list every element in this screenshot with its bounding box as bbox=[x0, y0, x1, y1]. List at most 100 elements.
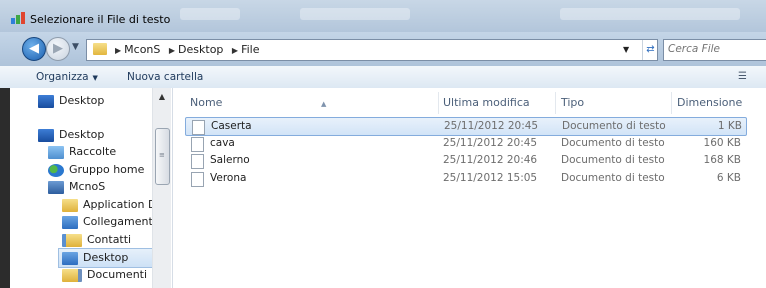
file-row[interactable]: Salerno 25/11/2012 20:46 Documento di te… bbox=[185, 152, 745, 169]
desktop-icon bbox=[38, 128, 54, 142]
file-size: 160 KB bbox=[703, 137, 741, 149]
address-row: ◀ ▶ ▼ ▶ MconS ▶ Desktop ▶ File ▼ ⇄ bbox=[0, 32, 766, 66]
sort-ascending-icon: ▲ bbox=[321, 100, 327, 108]
column-header-type[interactable]: Tipo bbox=[561, 92, 672, 114]
file-name: cava bbox=[210, 137, 235, 149]
nav-item-documenti[interactable]: Documenti bbox=[62, 266, 147, 284]
homegroup-icon bbox=[48, 163, 64, 177]
column-header-label: Nome bbox=[190, 96, 223, 109]
nav-item-collegamenti[interactable]: Collegamenti bbox=[62, 213, 156, 231]
nav-item-user[interactable]: McnoS bbox=[48, 178, 105, 196]
recent-pages-dropdown-icon[interactable]: ▼ bbox=[72, 42, 79, 52]
file-name: Salerno bbox=[210, 154, 250, 166]
file-modified: 25/11/2012 20:45 bbox=[443, 137, 538, 149]
breadcrumb-item[interactable]: File bbox=[241, 43, 259, 56]
file-modified: 25/11/2012 20:45 bbox=[444, 120, 539, 132]
column-header-label: Ultima modifica bbox=[443, 96, 530, 109]
window-title: Selezionare il File di testo bbox=[30, 13, 171, 26]
nav-scrollbar[interactable]: ▲ ≡ bbox=[152, 88, 171, 288]
desktop-icon bbox=[38, 94, 54, 108]
grip-icon: ≡ bbox=[159, 151, 165, 159]
file-type: Documento di testo bbox=[562, 120, 666, 132]
nav-item-application-data[interactable]: Application Da bbox=[62, 196, 163, 214]
back-button[interactable]: ◀ bbox=[22, 37, 46, 61]
blurred-region bbox=[180, 8, 240, 20]
window-edge bbox=[0, 88, 10, 288]
address-bar[interactable]: ▶ MconS ▶ Desktop ▶ File ▼ ⇄ bbox=[86, 39, 658, 61]
nav-item-label: Desktop bbox=[83, 251, 129, 264]
organize-label: Organizza bbox=[36, 71, 89, 83]
breadcrumb-separator-icon[interactable]: ▶ bbox=[232, 46, 238, 55]
documents-folder-icon bbox=[62, 268, 82, 282]
file-list: Nome ▲ Ultima modifica Tipo Dimensione Ca… bbox=[173, 88, 766, 288]
nav-item-label: Raccolte bbox=[69, 145, 117, 158]
text-file-icon bbox=[192, 120, 205, 135]
folder-icon bbox=[62, 198, 78, 212]
file-type: Documento di testo bbox=[561, 172, 665, 184]
file-row[interactable]: cava 25/11/2012 20:45 Documento di testo… bbox=[185, 135, 745, 152]
folder-icon bbox=[93, 43, 107, 55]
breadcrumb: ▶ MconS ▶ Desktop ▶ File bbox=[113, 43, 263, 56]
title-bar: Selezionare il File di testo bbox=[0, 0, 766, 32]
nav-item-label: McnoS bbox=[69, 180, 106, 193]
contacts-folder-icon bbox=[62, 233, 82, 247]
blurred-region bbox=[560, 8, 740, 20]
column-header-label: Tipo bbox=[561, 96, 585, 109]
breadcrumb-item[interactable]: MconS bbox=[124, 43, 160, 56]
text-file-icon bbox=[191, 172, 204, 187]
scroll-up-icon[interactable]: ▲ bbox=[153, 90, 171, 104]
nav-item-raccolte[interactable]: Raccolte bbox=[48, 143, 116, 161]
forward-arrow-icon: ▶ bbox=[53, 41, 63, 56]
back-arrow-icon: ◀ bbox=[29, 41, 39, 56]
file-modified: 25/11/2012 20:46 bbox=[443, 154, 538, 166]
libraries-icon bbox=[48, 145, 64, 159]
column-header-size[interactable]: Dimensione bbox=[677, 92, 749, 114]
nav-item-gruppo-home[interactable]: Gruppo home bbox=[48, 161, 144, 179]
nav-item-contatti[interactable]: Contatti bbox=[62, 231, 131, 249]
file-modified: 25/11/2012 15:05 bbox=[443, 172, 538, 184]
breadcrumb-separator-icon[interactable]: ▶ bbox=[115, 46, 121, 55]
navigation-pane: Desktop Desktop Raccolte Gruppo home Mcn… bbox=[10, 88, 173, 288]
breadcrumb-separator-icon[interactable]: ▶ bbox=[169, 46, 175, 55]
nav-item-desktop-favorite[interactable]: Desktop bbox=[38, 92, 104, 110]
new-folder-button[interactable]: Nuova cartella bbox=[127, 71, 203, 83]
desktop-folder-icon bbox=[62, 251, 78, 265]
file-row[interactable]: Verona 25/11/2012 15:05 Documento di tes… bbox=[185, 170, 745, 187]
file-size: 168 KB bbox=[703, 154, 741, 166]
blurred-region bbox=[300, 8, 410, 20]
nav-item-label: Documenti bbox=[87, 268, 148, 281]
change-view-icon[interactable]: ☰ bbox=[738, 71, 747, 82]
file-name: Caserta bbox=[211, 120, 252, 132]
text-file-icon bbox=[191, 154, 204, 169]
links-folder-icon bbox=[62, 215, 78, 229]
nav-item-label: Gruppo home bbox=[69, 163, 145, 176]
file-type: Documento di testo bbox=[561, 137, 665, 149]
nav-item-desktop-root[interactable]: Desktop bbox=[38, 126, 104, 144]
column-header-modified[interactable]: Ultima modifica bbox=[443, 92, 556, 114]
search-box[interactable] bbox=[663, 39, 766, 61]
nav-item-label: Collegamenti bbox=[83, 215, 156, 228]
user-icon bbox=[48, 180, 64, 194]
file-name: Verona bbox=[210, 172, 247, 184]
column-header-name[interactable]: Nome ▲ bbox=[190, 92, 439, 114]
breadcrumb-item[interactable]: Desktop bbox=[178, 43, 223, 56]
search-input[interactable] bbox=[664, 40, 766, 58]
organize-button[interactable]: Organizza ▼ bbox=[36, 71, 98, 83]
column-header-label: Dimensione bbox=[677, 96, 743, 109]
file-size: 1 KB bbox=[717, 120, 742, 132]
nav-item-desktop-selected[interactable]: Desktop bbox=[58, 248, 155, 268]
chevron-down-icon: ▼ bbox=[92, 74, 98, 82]
nav-item-label: Contatti bbox=[87, 233, 132, 246]
scroll-thumb[interactable]: ≡ bbox=[155, 128, 170, 185]
command-bar: Organizza ▼ Nuova cartella ☰ bbox=[0, 66, 766, 89]
forward-button[interactable]: ▶ bbox=[46, 37, 70, 61]
nav-item-label: Desktop bbox=[59, 128, 105, 141]
refresh-icon[interactable]: ⇄ bbox=[642, 40, 658, 60]
nav-item-label: Desktop bbox=[59, 94, 105, 107]
address-history-dropdown-icon[interactable]: ▼ bbox=[623, 45, 629, 54]
text-file-icon bbox=[191, 137, 204, 152]
file-row[interactable]: Caserta 25/11/2012 20:45 Documento di te… bbox=[185, 117, 747, 136]
file-type: Documento di testo bbox=[561, 154, 665, 166]
file-size: 6 KB bbox=[716, 172, 741, 184]
app-icon bbox=[11, 12, 25, 24]
